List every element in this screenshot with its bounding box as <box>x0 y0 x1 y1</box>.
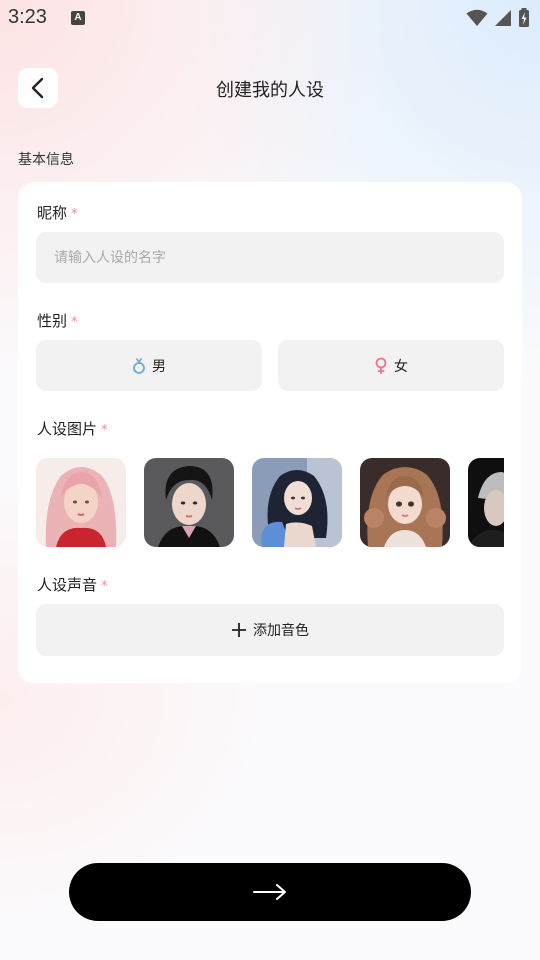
basic-info-card: 昵称* 性别* 男 女 人设图片* <box>18 182 522 683</box>
add-voice-button[interactable]: 添加音色 <box>36 604 504 656</box>
images-label: 人设图片 * <box>37 418 108 439</box>
required-mark: * <box>71 315 78 330</box>
gender-label-text: 性别 <box>37 312 68 330</box>
battery-charging-icon <box>519 8 529 27</box>
gender-label: 性别 * <box>37 310 78 331</box>
images-label-text: 人设图片 <box>37 420 98 438</box>
wifi-icon <box>466 9 488 26</box>
avatar-blue-dress-girl[interactable] <box>252 458 342 547</box>
signal-icon <box>495 10 511 26</box>
arrow-right-icon <box>253 884 286 900</box>
gender-female-button[interactable]: 女 <box>278 340 504 391</box>
required-mark: * <box>101 423 108 438</box>
status-time: 3:23 <box>8 6 47 28</box>
gender-male-button[interactable]: 男 <box>36 340 262 391</box>
gender-male-label: 男 <box>152 358 166 375</box>
female-symbol-icon <box>375 357 387 374</box>
avatar-dark-hair-boy[interactable] <box>144 458 234 547</box>
nickname-label: 昵称 * <box>37 202 78 223</box>
status-bar: 3:23 A <box>0 0 540 36</box>
add-voice-label: 添加音色 <box>253 623 309 639</box>
nickname-input[interactable] <box>36 232 504 283</box>
avatar-pink-hair-girl[interactable] <box>36 458 126 547</box>
plus-icon <box>232 623 246 637</box>
status-icons <box>466 8 530 28</box>
section-title: 基本信息 <box>18 152 74 168</box>
notification-icon: A <box>71 11 85 25</box>
next-button[interactable] <box>69 863 471 921</box>
nickname-label-text: 昵称 <box>37 204 68 222</box>
avatar-dark-portrait[interactable] <box>468 458 504 547</box>
avatar-curly-hair-girl[interactable] <box>360 458 450 547</box>
required-mark: * <box>101 579 108 594</box>
avatar-list <box>36 458 504 548</box>
required-mark: * <box>71 207 78 222</box>
male-symbol-icon <box>133 357 145 374</box>
voice-label-text: 人设声音 <box>37 576 98 594</box>
voice-label: 人设声音 * <box>37 574 108 595</box>
page-title: 创建我的人设 <box>216 80 324 101</box>
gender-female-label: 女 <box>394 358 408 375</box>
